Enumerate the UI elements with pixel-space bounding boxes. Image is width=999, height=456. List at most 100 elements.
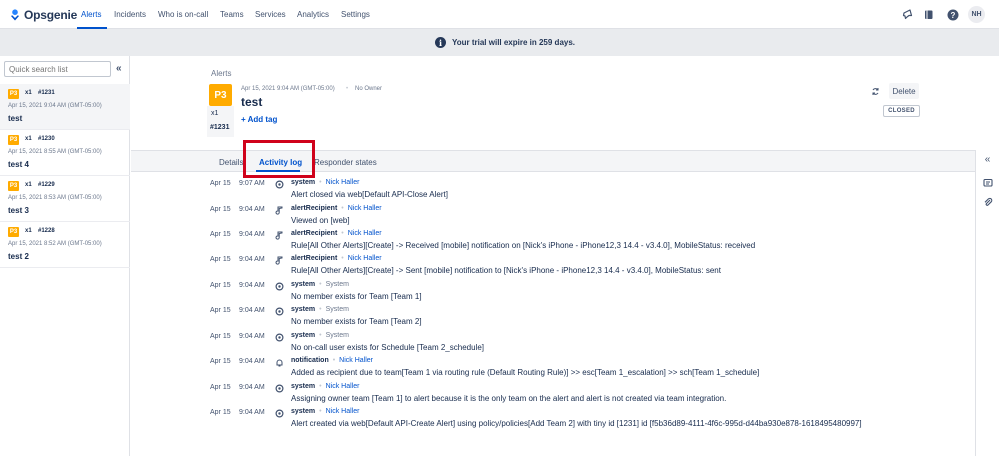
- system-gear-icon: [274, 179, 284, 189]
- activity-time: 9:04 AM: [239, 409, 265, 416]
- megaphone-icon[interactable]: [901, 8, 914, 21]
- activity-date: Apr 15: [210, 256, 231, 263]
- separator-dot: •: [319, 281, 322, 288]
- activity-text: Rule[All Other Alerts][Create] -> Receiv…: [291, 241, 756, 250]
- status-badge: CLOSED: [883, 105, 920, 117]
- attachment-icon[interactable]: [982, 196, 993, 207]
- activity-user[interactable]: Nick Haller: [348, 255, 382, 262]
- bell-icon: [274, 357, 284, 367]
- help-icon[interactable]: ?: [946, 8, 959, 21]
- system-gear-icon: [274, 281, 284, 291]
- separator-dot: •: [341, 205, 344, 212]
- separator-dot: •: [341, 230, 344, 237]
- nav-settings[interactable]: Settings: [341, 10, 370, 19]
- alert-owner[interactable]: No Owner: [355, 86, 382, 92]
- activity-actor-type: system: [291, 179, 316, 186]
- activity-actor-type: system: [291, 306, 316, 313]
- user-avatar[interactable]: NH: [968, 6, 985, 23]
- alert-count: x1: [25, 90, 32, 96]
- activity-actor: notification • Nick Haller: [291, 357, 373, 364]
- activity-row: Apr 15 9:04 AM system • System No on-call use…: [0, 332, 975, 358]
- system-gear-icon: [274, 332, 284, 342]
- activity-text: Alert closed via web[Default API-Close A…: [291, 190, 448, 199]
- activity-row: Apr 15 9:04 AM alertRecipient • Nick Haller R…: [0, 230, 975, 256]
- opsgenie-logo-icon: [11, 9, 19, 21]
- alert-list-item[interactable]: P3 x1 #1231 Apr 15, 2021 9:04 AM (GMT-05…: [0, 84, 130, 130]
- notes-icon[interactable]: [982, 177, 993, 188]
- activity-time: 9:04 AM: [239, 358, 265, 365]
- activity-actor-type: alertRecipient: [291, 205, 338, 212]
- book-icon[interactable]: [922, 8, 935, 21]
- quick-search-input[interactable]: [4, 61, 111, 77]
- activity-time: 9:04 AM: [239, 282, 265, 289]
- alert-count: x1: [25, 136, 32, 142]
- activity-actor: system • Nick Haller: [291, 408, 359, 415]
- alert-id: #1230: [38, 136, 55, 142]
- activity-text: Rule[All Other Alerts][Create] -> Sent […: [291, 266, 721, 275]
- tab-details[interactable]: Details: [219, 158, 243, 167]
- recipient-icon: [274, 230, 284, 240]
- activity-user: System: [325, 332, 349, 339]
- expand-right-icon[interactable]: «: [982, 154, 993, 165]
- activity-user[interactable]: Nick Haller: [326, 383, 360, 390]
- top-navigation: Opsgenie Alerts Incidents Who is on-call…: [0, 0, 999, 29]
- app-name: Opsgenie: [24, 8, 78, 22]
- activity-actor: alertRecipient • Nick Haller: [291, 230, 382, 237]
- collapse-left-icon[interactable]: «: [116, 63, 122, 74]
- separator-dot: •: [319, 408, 322, 415]
- activity-time: 9:04 AM: [239, 206, 265, 213]
- add-tag-button[interactable]: + Add tag: [241, 115, 277, 124]
- nav-alerts[interactable]: Alerts: [81, 10, 101, 19]
- activity-user[interactable]: Nick Haller: [339, 357, 373, 364]
- separator-dot: •: [319, 332, 322, 339]
- tab-responder-states[interactable]: Responder states: [314, 158, 377, 167]
- nav-services[interactable]: Services: [255, 10, 286, 19]
- activity-text: No member exists for Team [Team 2]: [291, 317, 422, 326]
- activity-user[interactable]: Nick Haller: [348, 230, 382, 237]
- activity-row: Apr 15 9:04 AM alertRecipient • Nick Haller V…: [0, 205, 975, 231]
- trial-banner: i Your trial will expire in 259 days.: [0, 29, 999, 56]
- nav-analytics[interactable]: Analytics: [297, 10, 329, 19]
- nav-who-is-on-call[interactable]: Who is on-call: [158, 10, 208, 19]
- activity-actor: alertRecipient • Nick Haller: [291, 205, 382, 212]
- priority-badge-large[interactable]: P3: [209, 84, 232, 106]
- alert-id-detail: #1231: [210, 124, 230, 131]
- system-gear-icon: [274, 306, 284, 316]
- nav-incidents[interactable]: Incidents: [114, 10, 146, 19]
- activity-actor-type: system: [291, 383, 316, 390]
- info-icon: i: [435, 37, 446, 48]
- activity-user[interactable]: Nick Haller: [326, 408, 360, 415]
- activity-time: 9:07 AM: [239, 180, 265, 187]
- activity-actor-type: system: [291, 281, 316, 288]
- trial-message: Your trial will expire in 259 days.: [452, 38, 576, 47]
- activity-date: Apr 15: [210, 180, 231, 187]
- activity-user[interactable]: Nick Haller: [326, 179, 360, 186]
- activity-text: No member exists for Team [Team 1]: [291, 292, 422, 301]
- activity-time: 9:04 AM: [239, 384, 265, 391]
- activity-user: System: [325, 281, 349, 288]
- activity-text: Added as recipient due to team[Team 1 vi…: [291, 368, 760, 377]
- highlight-box: [243, 140, 315, 178]
- activity-row: Apr 15 9:04 AM alertRecipient • Nick Haller R…: [0, 255, 975, 281]
- separator-dot: •: [332, 357, 336, 364]
- separator-dot: •: [346, 86, 349, 92]
- activity-row: Apr 15 9:07 AM system • Nick Haller Alert clo…: [0, 179, 975, 205]
- priority-badge: P3: [8, 135, 19, 145]
- separator-dot: •: [319, 179, 322, 186]
- svg-text:?: ?: [950, 11, 955, 20]
- activity-actor: system • System: [291, 332, 349, 339]
- alert-message: test 4: [8, 160, 29, 169]
- activity-time: 9:04 AM: [239, 333, 265, 340]
- breadcrumb[interactable]: Alerts: [211, 69, 231, 78]
- alert-date: Apr 15, 2021 8:55 AM (GMT-05:00): [8, 149, 102, 155]
- activity-time: 9:04 AM: [239, 256, 265, 263]
- activity-text: Assigning owner team [Team 1] to alert b…: [291, 394, 727, 403]
- refresh-icon[interactable]: [871, 87, 880, 98]
- system-gear-icon: [274, 383, 284, 393]
- activity-date: Apr 15: [210, 358, 231, 365]
- delete-button[interactable]: Delete: [889, 83, 919, 99]
- alert-list-item[interactable]: P3 x1 #1230 Apr 15, 2021 8:55 AM (GMT-05…: [0, 130, 130, 176]
- opsgenie-logo[interactable]: Opsgenie: [10, 8, 77, 22]
- nav-teams[interactable]: Teams: [220, 10, 244, 19]
- activity-user[interactable]: Nick Haller: [348, 205, 382, 212]
